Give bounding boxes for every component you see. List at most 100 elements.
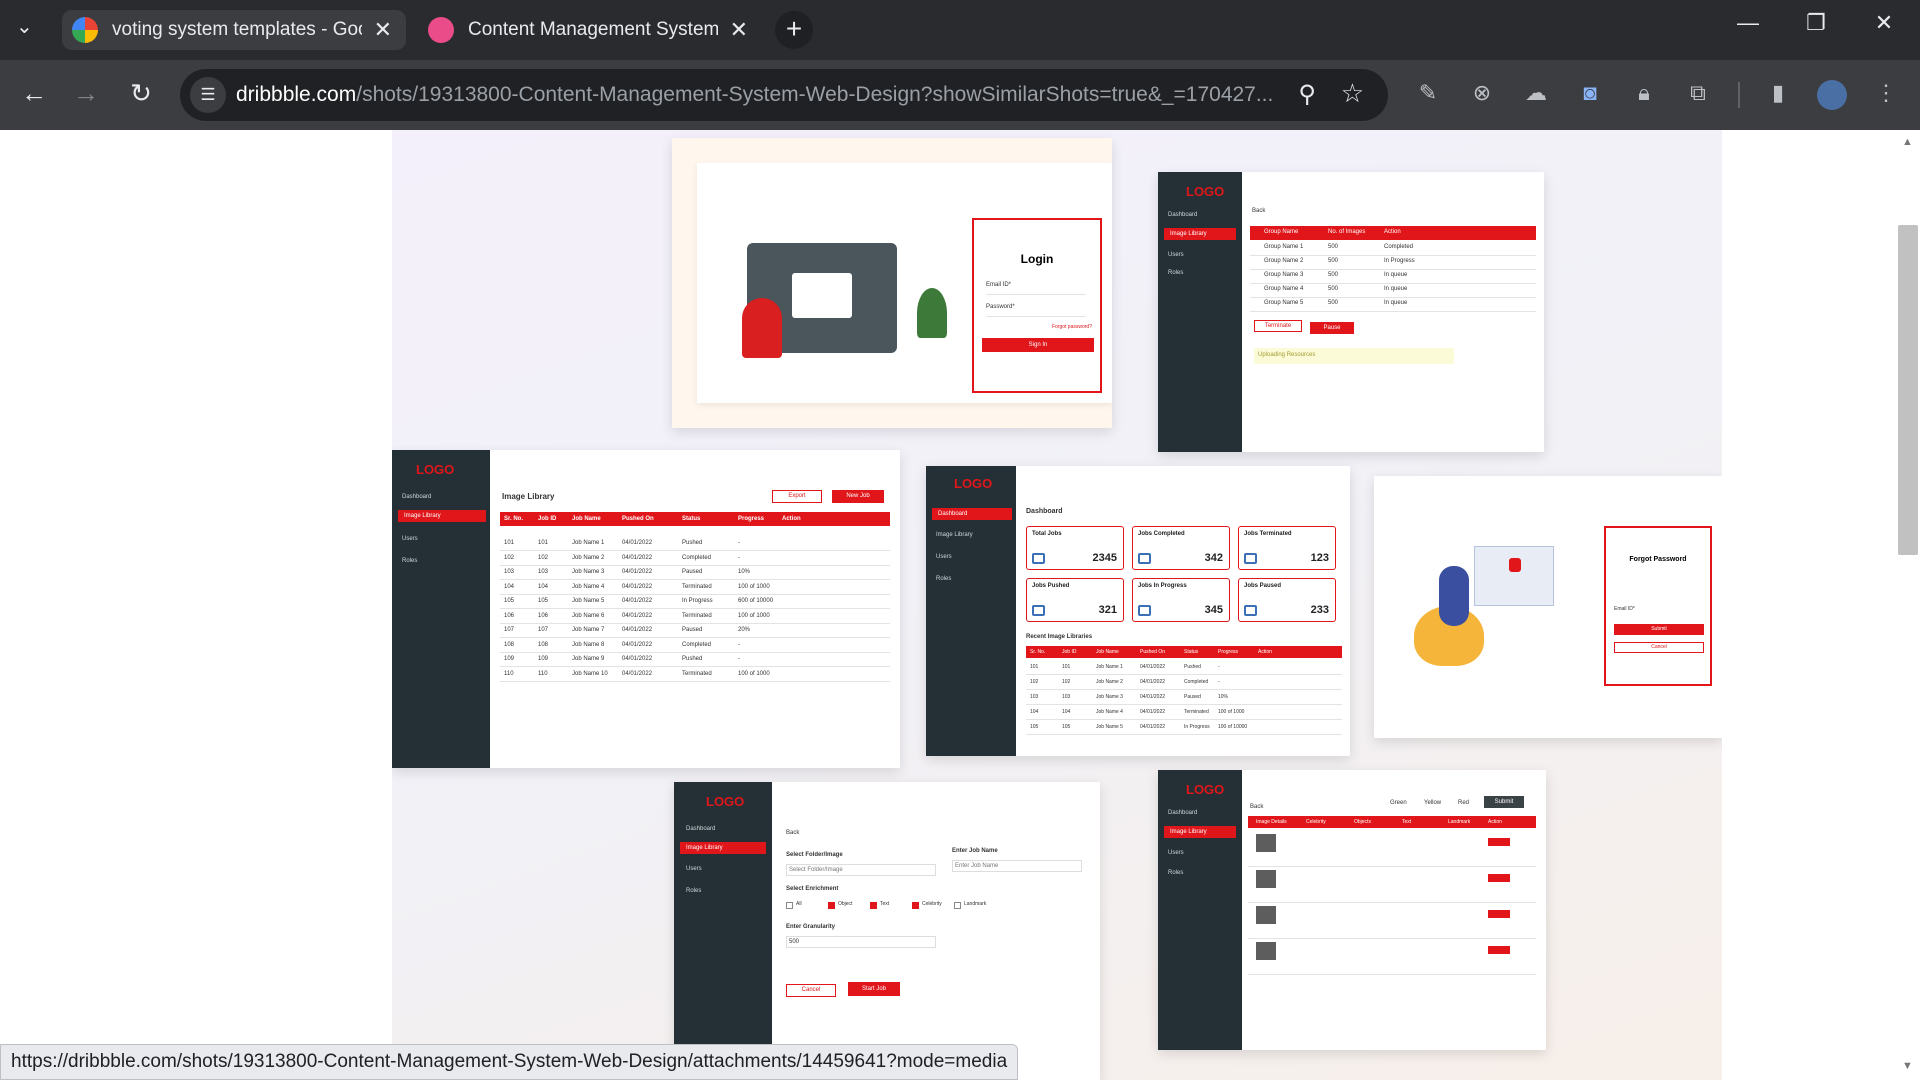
table-cell: 108 [504,641,515,648]
header-cell: Text [1402,819,1412,825]
eyedropper-extension-icon[interactable]: ✎ [1413,80,1443,110]
granularity-label: Enter Granularity [786,924,836,930]
side-panel-icon[interactable]: ▮ [1763,80,1793,110]
action-button [1488,838,1510,846]
new-tab-button[interactable]: + [775,11,813,49]
submit-button: Submit [1484,796,1524,808]
checkbox [786,902,793,909]
scroll-down-icon[interactable]: ▼ [1902,1060,1913,1072]
menu-item: Roles [1168,870,1184,876]
minimize-icon[interactable]: — [1728,10,1768,36]
row-divider [500,680,890,682]
stat-label: Jobs In Progress [1138,583,1187,589]
table-cell: 102 [1030,679,1039,685]
table-cell: 108 [538,641,549,648]
reload-icon[interactable]: ↻ [121,78,161,109]
image-thumbnail [1256,870,1276,888]
site-info-icon[interactable]: ☰ [190,77,226,113]
header-cell: Action [1488,819,1502,825]
scrollbar-thumb[interactable] [1898,225,1918,555]
screen-capture-extension-icon[interactable]: ◙ [1575,80,1605,110]
scroll-up-icon[interactable]: ▲ [1902,136,1913,148]
table-cell: Job Name 3 [572,569,605,575]
enrichment-label: Select Enrichment [786,886,839,892]
table-cell: 102 [1062,679,1071,685]
table-cell: 105 [1062,724,1071,730]
tab-content-management[interactable]: Content Management System | ✕ [418,10,762,50]
back-link: Back [1250,804,1264,810]
close-tab-icon[interactable]: ✕ [730,17,748,43]
export-button: Export [772,490,822,503]
email-label: Email ID* [986,282,1012,288]
header-cell: Action [1384,229,1401,235]
page-scrollbar[interactable]: ▲ ▼ [1896,130,1920,1080]
table-cell: 600 of 10000 [738,598,774,604]
cancel-button: Cancel [1614,642,1704,653]
table-cell: 102 [538,554,549,561]
menu-item: Users [1168,252,1184,258]
job-name-input: Enter Job Name [952,860,1082,872]
menu-item: Dashboard [402,494,432,500]
address-bar[interactable]: ☰ dribbble.com/shots/19313800-Content-Ma… [180,69,1388,121]
option-label: Object [838,901,853,907]
blocked-extension-icon[interactable]: ⊗ [1467,80,1497,110]
row-divider [500,651,890,653]
table-cell: 100 of 1000 [738,612,770,619]
table-cell: 04/01/2022 [622,598,653,604]
lock-extension-icon[interactable]: 🔒︎ [1629,80,1659,110]
checkbox [912,902,919,909]
table-cell: Paused [682,569,703,575]
restore-icon[interactable]: ❐ [1796,10,1836,36]
option-label: Landmark [964,901,987,907]
login-form: Login Email ID* Password* Forgot passwor… [972,218,1102,393]
url-text[interactable]: dribbble.com/shots/19313800-Content-Mana… [236,83,1276,107]
header-cell: Sr. No. [504,516,524,522]
table-cell: - [738,554,740,561]
zoom-icon[interactable]: ⚲ [1298,80,1316,109]
table-cell: 500 [1328,258,1339,264]
cancel-button: Cancel [786,984,836,997]
table-cell: - [1218,664,1220,670]
table-cell: Job Name 7 [572,627,605,633]
row-divider [500,593,890,595]
profile-avatar[interactable] [1817,80,1847,110]
job-name-label: Enter Job Name [952,848,998,854]
close-window-icon[interactable]: ✕ [1864,10,1904,36]
menu-kebab-icon[interactable]: ⋮ [1871,80,1901,110]
back-icon[interactable]: ← [14,78,54,109]
dribbble-shot-image[interactable]: Login Email ID* Password* Forgot passwor… [392,130,1722,1080]
stack-icon [1032,553,1045,564]
cloud-extension-icon[interactable]: ☁ [1521,80,1551,110]
tab-voting-templates[interactable]: voting system templates - Goog ✕ [62,10,406,50]
image-library-mockup: LOGO Dashboard Image Library Users Roles… [392,450,900,768]
table-cell: 04/01/2022 [622,656,653,662]
filter-red: Red [1458,800,1470,806]
row-divider [500,637,890,638]
table-cell: Job Name 8 [572,641,605,648]
tab-search-icon[interactable]: ⌄ [16,14,33,39]
header-cell: Landmark [1448,819,1471,825]
table-cell: 107 [538,627,549,633]
header-cell: Image Details [1256,819,1287,825]
forward-icon[interactable]: → [66,78,106,109]
row-divider [1250,283,1536,284]
table-cell: 500 [1328,244,1339,250]
uploading-text: Uploading Resources [1254,348,1454,364]
stack-icon [1032,605,1045,616]
extensions-puzzle-icon[interactable]: ⧉ [1683,80,1713,110]
header-cell: Progress [1218,649,1239,655]
pause-button: Pause [1310,322,1354,334]
header-cell: Celebrity [1306,819,1326,825]
table-cell: 110 [538,670,548,677]
bookmark-star-icon[interactable]: ☆ [1341,78,1364,109]
close-tab-icon[interactable]: ✕ [374,17,392,43]
table-cell: Job Name 4 [1096,709,1123,715]
logo-text: LOGO [416,462,455,477]
forgot-password-mockup: Forgot Password Email ID* Submit Cancel [1374,476,1722,738]
back-link: Back [786,830,800,836]
table-cell: 106 [538,612,549,619]
table-cell: 107 [504,627,515,633]
menu-item: Users [402,536,418,542]
table-cell: Job Name 1 [1096,664,1123,670]
table-cell: In Progress [1184,724,1210,730]
